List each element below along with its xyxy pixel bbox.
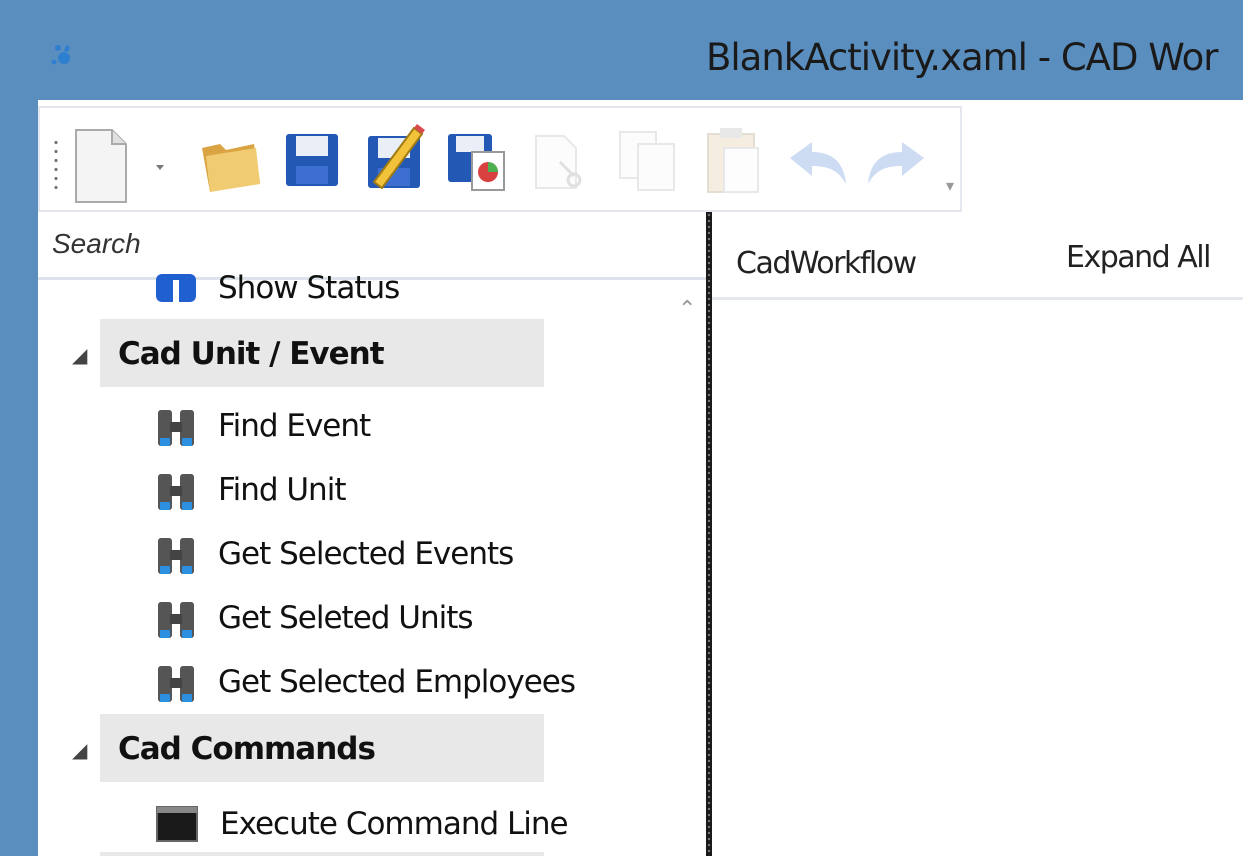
floppy-pencil-icon[interactable] xyxy=(364,122,430,190)
toolbar-grip[interactable] xyxy=(54,138,58,194)
floppy-disk-icon[interactable] xyxy=(284,132,340,188)
binoculars-icon xyxy=(158,602,194,638)
toolbox-item[interactable]: Find Unit xyxy=(38,462,706,522)
binoculars-icon xyxy=(158,666,194,702)
binoculars-icon xyxy=(158,474,194,510)
scissors-icon[interactable] xyxy=(530,132,590,192)
floppy-chart-icon[interactable] xyxy=(446,130,508,192)
toolbox-category[interactable]: ◢ Cad Unit / Event xyxy=(38,319,706,387)
new-document-icon[interactable] xyxy=(70,126,132,206)
status-icon xyxy=(156,274,196,302)
next-category-edge xyxy=(100,852,544,856)
folder-icon[interactable] xyxy=(198,134,264,196)
toolbox-item[interactable]: Get Seleted Units xyxy=(38,590,706,650)
toolbox-item-label: Get Selected Events xyxy=(218,536,514,572)
clipboard-icon[interactable] xyxy=(704,126,764,196)
toolbox-item-label: Get Seleted Units xyxy=(218,600,474,636)
category-label: Cad Commands xyxy=(118,731,376,767)
toolbox-item[interactable]: Get Selected Events xyxy=(38,526,706,586)
window-title: BlankActivity.xaml - CAD Wor xyxy=(706,36,1218,79)
expanded-triangle-icon[interactable]: ◢ xyxy=(72,343,87,368)
splitter-grip[interactable] xyxy=(707,212,711,856)
expand-all-button[interactable]: Expand All xyxy=(1066,240,1211,275)
toolbox-item-label: Get Selected Employees xyxy=(218,664,576,700)
toolbar: ▾ xyxy=(38,106,962,212)
toolbox-item[interactable]: Find Event xyxy=(38,398,706,458)
dropdown-arrow-icon[interactable] xyxy=(154,162,166,172)
command-line-icon xyxy=(156,806,198,842)
gear-workflow-icon[interactable] xyxy=(44,34,84,74)
toolbox-item-label: Find Event xyxy=(218,408,371,444)
toolbox-category[interactable]: ◢ Cad Commands xyxy=(38,714,706,782)
binoculars-icon xyxy=(158,410,194,446)
toolbar-overflow-icon[interactable]: ▾ xyxy=(946,176,954,196)
toolbox-item[interactable]: Get Selected Employees xyxy=(38,654,706,714)
toolbox-item-label: Execute Command Line xyxy=(220,806,569,842)
toolbox-item-label: Show Status xyxy=(218,270,400,306)
toolbox-item-label: Find Unit xyxy=(218,472,346,508)
workflow-designer[interactable]: CadWorkflow Expand All xyxy=(712,212,1243,856)
undo-arrow-icon[interactable] xyxy=(786,138,850,188)
copy-icon[interactable] xyxy=(616,128,680,194)
redo-arrow-icon[interactable] xyxy=(864,138,928,188)
expanded-triangle-icon[interactable]: ◢ xyxy=(72,738,87,763)
category-label: Cad Unit / Event xyxy=(118,336,385,372)
title-bar: BlankActivity.xaml - CAD Wor xyxy=(0,0,1243,100)
breadcrumb[interactable]: CadWorkflow xyxy=(736,246,917,281)
toolbox-panel: Show Status ⌃ ◢ Cad Unit / Event Find Ev… xyxy=(38,212,706,856)
binoculars-icon xyxy=(158,538,194,574)
toolbox-item[interactable]: Execute Command Line xyxy=(38,792,706,852)
designer-header: CadWorkflow Expand All xyxy=(712,212,1243,300)
